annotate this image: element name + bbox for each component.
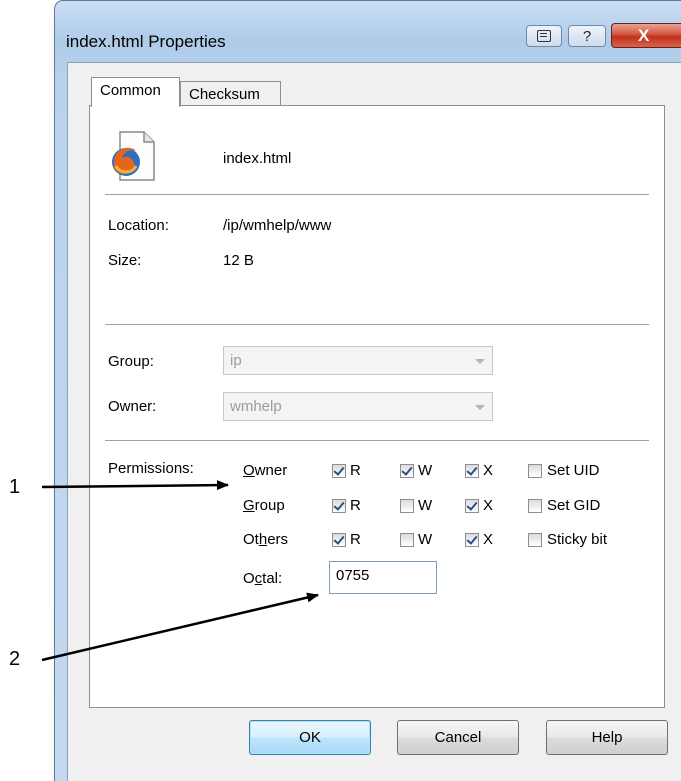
window-title: index.html Properties xyxy=(66,32,226,51)
owner-read-label: R xyxy=(350,462,361,479)
file-name: index.html xyxy=(223,150,292,167)
others-read-label: R xyxy=(350,531,361,548)
group-write-label: W xyxy=(418,497,433,514)
ok-button[interactable]: OK xyxy=(249,720,371,755)
chevron-down-icon xyxy=(475,405,485,410)
group-label: Group: xyxy=(108,353,154,370)
properties-icon xyxy=(537,30,551,42)
cancel-button[interactable]: Cancel xyxy=(397,720,519,755)
group-combo-value: ip xyxy=(230,352,242,369)
others-write-checkbox[interactable] xyxy=(400,533,414,547)
group-combo[interactable]: ip xyxy=(223,346,493,375)
tab-common[interactable]: Common xyxy=(91,77,180,107)
group-execute-checkbox[interactable] xyxy=(465,499,479,513)
owner-read-checkbox[interactable] xyxy=(332,464,346,478)
sticky-bit-label: Sticky bit xyxy=(547,531,608,548)
firefox-html-file-icon xyxy=(112,131,155,181)
perm-row-group-label: Group xyxy=(243,497,285,514)
chevron-down-icon xyxy=(475,359,485,364)
others-execute-label: X xyxy=(483,531,494,548)
group-execute-label: X xyxy=(483,497,494,514)
owner-label: Owner: xyxy=(108,398,157,415)
perm-row-owner-label: Owner xyxy=(243,462,288,479)
others-read-checkbox[interactable] xyxy=(332,533,346,547)
owner-write-checkbox[interactable] xyxy=(400,464,414,478)
divider xyxy=(105,194,649,196)
owner-write-label: W xyxy=(418,462,433,479)
tab-label: Common xyxy=(100,82,161,99)
divider xyxy=(105,440,649,442)
tab-checksum[interactable]: Checksum xyxy=(180,81,281,107)
set-gid-label: Set GID xyxy=(547,497,601,514)
others-execute-checkbox[interactable] xyxy=(465,533,479,547)
octal-label: Octal: xyxy=(243,570,283,587)
group-write-checkbox[interactable] xyxy=(400,499,414,513)
callout-number-2: 2 xyxy=(9,648,21,670)
divider xyxy=(105,324,649,326)
close-icon: X xyxy=(638,25,650,45)
owner-execute-checkbox[interactable] xyxy=(465,464,479,478)
callout-number-1: 1 xyxy=(9,476,21,498)
question-icon: ? xyxy=(582,27,592,45)
owner-combo[interactable]: wmhelp xyxy=(223,392,493,421)
size-value: 12 B xyxy=(223,252,254,269)
help-title-button[interactable]: ? xyxy=(568,25,606,47)
location-value: /ip/wmhelp/www xyxy=(223,217,332,234)
set-gid-checkbox[interactable] xyxy=(528,499,542,513)
group-read-label: R xyxy=(350,497,361,514)
location-label: Location: xyxy=(108,217,169,234)
close-button[interactable]: X xyxy=(611,23,681,48)
others-write-label: W xyxy=(418,531,433,548)
owner-execute-label: X xyxy=(483,462,494,479)
size-label: Size: xyxy=(108,252,142,269)
permissions-label: Permissions: xyxy=(108,460,194,477)
help-button[interactable]: Help xyxy=(546,720,668,755)
set-uid-checkbox[interactable] xyxy=(528,464,542,478)
octal-input[interactable]: 0755 xyxy=(329,561,437,594)
group-read-checkbox[interactable] xyxy=(332,499,346,513)
perm-row-others-label: Others xyxy=(243,531,289,548)
context-help-button[interactable] xyxy=(526,25,562,47)
set-uid-label: Set UID xyxy=(547,462,600,479)
tab-label: Checksum xyxy=(189,86,260,103)
owner-combo-value: wmhelp xyxy=(230,398,282,415)
sticky-bit-checkbox[interactable] xyxy=(528,533,542,547)
